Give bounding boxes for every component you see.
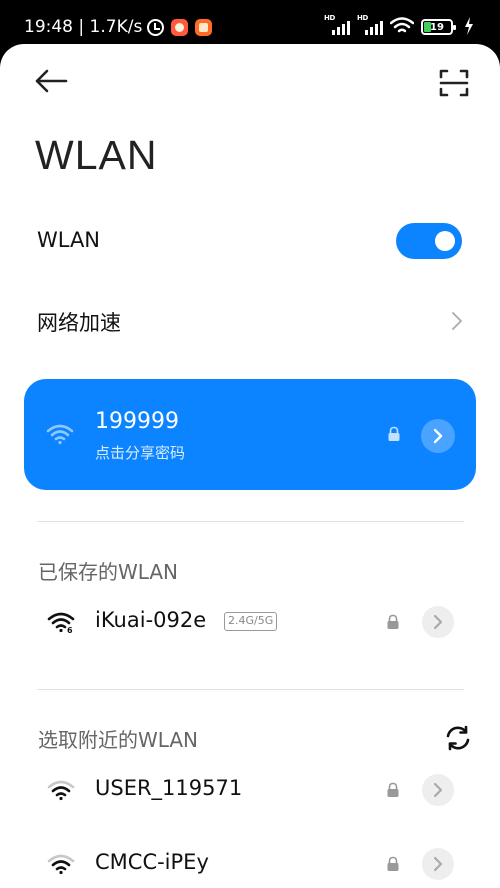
status-right: HD HD 19	[324, 14, 474, 35]
lock-icon	[387, 856, 399, 871]
divider	[37, 689, 464, 690]
charging-icon	[465, 17, 473, 35]
network-detail-button[interactable]	[422, 774, 454, 806]
wifi-generation-label: 6	[67, 626, 73, 633]
network-acceleration-label[interactable]: 网络加速	[37, 307, 121, 337]
wlan-toggle-label: WLAN	[37, 228, 101, 252]
connected-network-card[interactable]: 199999 点击分享密码	[24, 379, 476, 490]
lock-icon	[387, 782, 399, 797]
app-notification-icon	[171, 18, 189, 36]
wifi6-icon: 6	[47, 612, 75, 633]
wifi-icon	[47, 780, 75, 801]
network-detail-button[interactable]	[422, 848, 454, 880]
chevron-right-icon	[433, 782, 443, 798]
nearby-network-row[interactable]: USER_119571	[0, 765, 500, 815]
wifi-icon	[47, 854, 75, 875]
battery-icon: 19	[421, 19, 456, 35]
lock-icon	[387, 614, 399, 629]
refresh-icon[interactable]	[444, 724, 472, 752]
status-bar: 19:48 | 1.7K/s HD HD 19	[0, 0, 500, 44]
wlan-settings-page: WLAN WLAN 网络加速 199999 点击分享密码 已保存的WLAN 6 …	[0, 44, 500, 888]
scan-icon[interactable]	[436, 66, 472, 100]
nearby-networks-title: 选取附近的WLAN	[38, 728, 199, 752]
alarm-icon	[147, 18, 165, 36]
network-ssid: USER_119571	[95, 776, 243, 800]
connected-network-detail-button[interactable]	[421, 419, 455, 453]
chevron-right-icon	[433, 428, 443, 444]
chevron-right-icon	[433, 614, 443, 630]
network-speed: 1.7K/s	[89, 17, 143, 37]
wifi-icon	[46, 424, 74, 445]
network-ssid: CMCC-iPEy	[95, 850, 209, 874]
wifi-icon	[390, 17, 414, 33]
saved-networks-title: 已保存的WLAN	[38, 560, 179, 584]
share-password-hint: 点击分享密码	[95, 444, 186, 462]
saved-network-row[interactable]: 6 iKuai-092e 2.4G/5G	[0, 597, 500, 647]
divider	[37, 521, 464, 522]
app-notification-icon	[195, 18, 213, 36]
signal-icon: HD	[324, 14, 350, 35]
wlan-toggle-switch[interactable]	[396, 223, 462, 259]
page-title: WLAN	[35, 132, 158, 178]
band-badge: 2.4G/5G	[224, 612, 278, 631]
chevron-right-icon[interactable]	[450, 311, 464, 331]
status-time: 19:48	[24, 17, 73, 37]
toggle-knob	[435, 231, 455, 251]
chevron-right-icon	[433, 856, 443, 872]
network-detail-button[interactable]	[422, 606, 454, 638]
battery-level: 19	[430, 21, 444, 33]
connected-network-ssid: 199999	[95, 409, 179, 434]
lock-icon	[388, 426, 400, 441]
nearby-network-row[interactable]: CMCC-iPEy	[0, 839, 500, 888]
signal-icon: HD	[357, 14, 383, 35]
status-left: 19:48 | 1.7K/s	[24, 17, 213, 37]
network-ssid: iKuai-092e	[95, 608, 207, 632]
back-arrow-icon[interactable]	[34, 66, 70, 96]
